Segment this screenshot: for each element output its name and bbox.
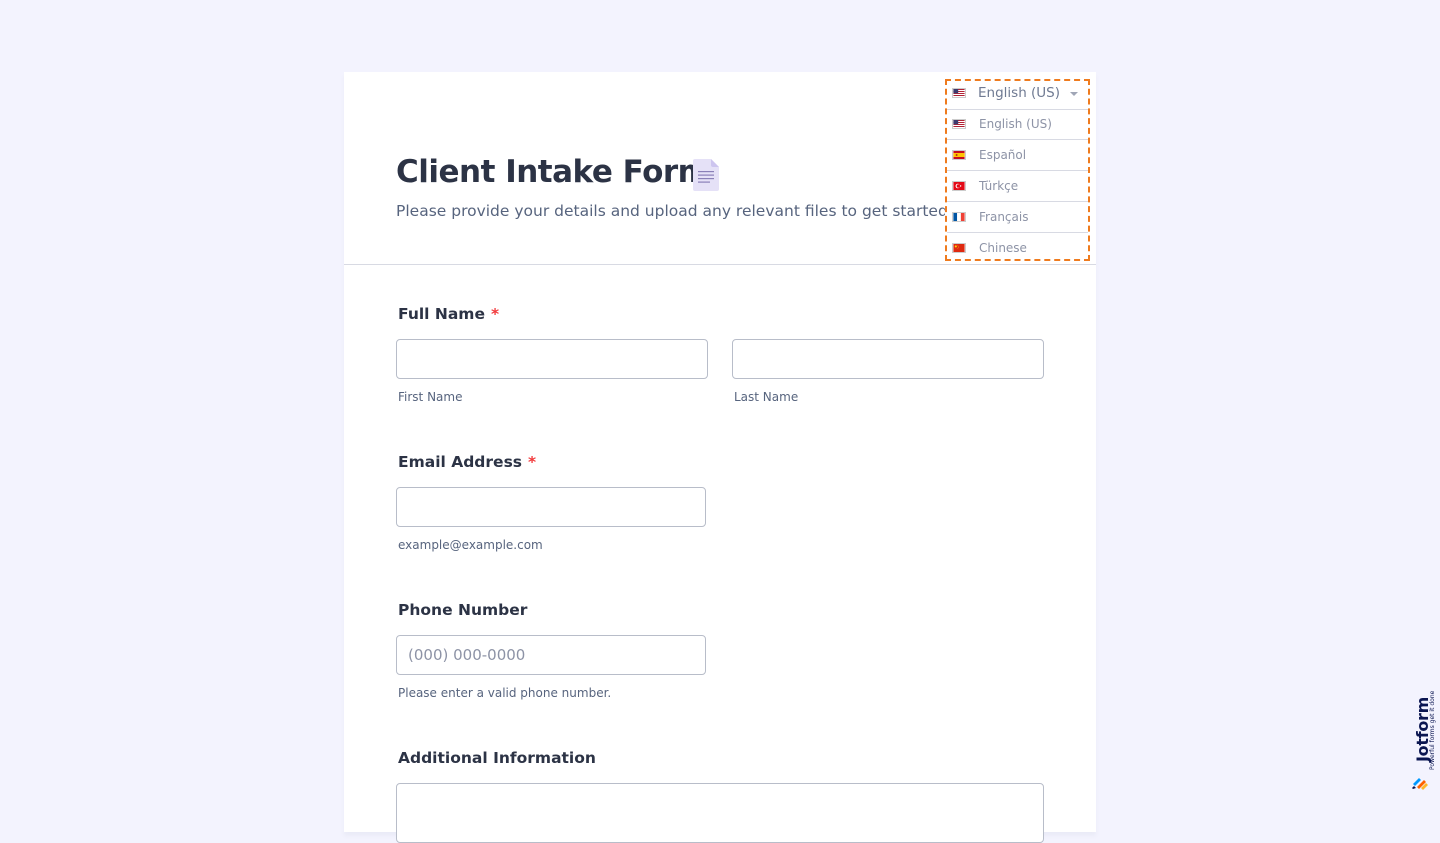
language-option-chinese[interactable]: Chinese [947, 233, 1088, 264]
email-sublabel: example@example.com [398, 538, 543, 552]
full-name-label-text: Full Name [398, 305, 485, 323]
last-name-input[interactable] [732, 339, 1044, 379]
phone-input[interactable] [396, 635, 706, 675]
phone-sublabel: Please enter a valid phone number. [398, 686, 612, 700]
language-option-label: Français [979, 210, 1029, 224]
phone-label: Phone Number [398, 601, 528, 619]
language-option-espanol[interactable]: Español [947, 140, 1088, 171]
additional-info-label: Additional Information [398, 749, 596, 767]
form-header: Client Intake Form Please provide your d… [344, 72, 1096, 265]
form-title: Client Intake Form [396, 154, 710, 190]
last-name-sublabel: Last Name [734, 390, 799, 404]
required-mark: * [528, 453, 537, 471]
jotform-logo-icon [1412, 778, 1428, 790]
language-select[interactable]: English (US) [947, 81, 1088, 110]
additional-info-textarea[interactable] [396, 783, 1044, 843]
language-option-label: Español [979, 148, 1027, 162]
language-option-english[interactable]: English (US) [947, 109, 1088, 140]
language-option-francais[interactable]: Français [947, 202, 1088, 233]
us-flag-icon [952, 88, 966, 98]
language-dropdown[interactable]: English (US) English (US) Español Türkçe… [945, 79, 1090, 261]
required-mark: * [490, 305, 500, 323]
language-selected-label: English (US) [978, 85, 1061, 101]
form-subtitle: Please provide your details and upload a… [396, 202, 953, 220]
first-name-input[interactable] [396, 339, 708, 379]
language-option-turkce[interactable]: Türkçe [947, 171, 1088, 202]
jotform-tagline: Powerful forms get it done [1429, 690, 1436, 770]
email-label: Email Address * [398, 453, 536, 471]
es-flag-icon [952, 150, 966, 160]
us-flag-icon [952, 119, 966, 129]
full-name-label: Full Name * [398, 305, 499, 323]
fr-flag-icon [952, 212, 966, 222]
email-label-text: Email Address [398, 453, 523, 471]
document-icon [693, 159, 719, 191]
language-option-label: English (US) [979, 117, 1052, 131]
form-card: Client Intake Form Please provide your d… [344, 72, 1096, 843]
first-name-sublabel: First Name [398, 390, 463, 404]
chevron-down-icon [1070, 92, 1078, 96]
jotform-badge[interactable]: Jotform Powerful forms get it done [1407, 690, 1440, 794]
email-input[interactable] [396, 487, 706, 527]
cn-flag-icon [952, 243, 966, 253]
language-option-label: Türkçe [979, 179, 1019, 193]
tr-flag-icon [952, 181, 966, 191]
language-option-label: Chinese [979, 241, 1027, 255]
